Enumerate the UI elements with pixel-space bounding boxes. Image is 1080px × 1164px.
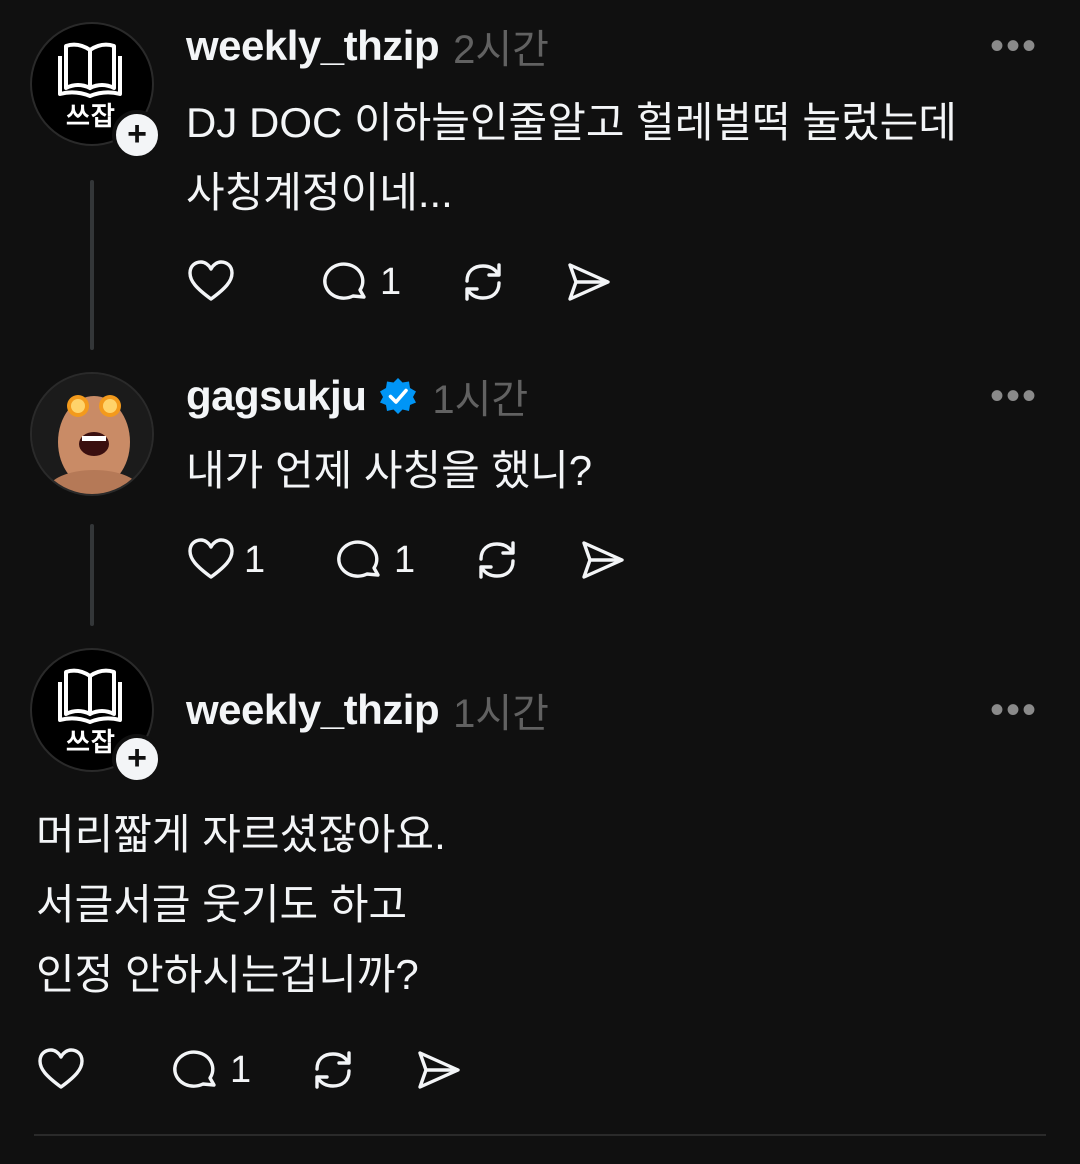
avatar[interactable] bbox=[30, 372, 154, 496]
follow-plus-button[interactable]: + bbox=[112, 110, 162, 160]
timestamp: 1시간 bbox=[453, 692, 549, 736]
more-options-button[interactable]: ••• bbox=[990, 376, 1038, 416]
repost-button[interactable] bbox=[458, 257, 508, 307]
repost-button[interactable] bbox=[472, 535, 522, 585]
reply-button[interactable]: 1 bbox=[322, 257, 402, 307]
heart-icon bbox=[38, 1048, 84, 1089]
comment-icon bbox=[173, 1050, 216, 1088]
share-button[interactable] bbox=[414, 1045, 464, 1095]
action-bar: 1 bbox=[186, 252, 670, 312]
share-icon bbox=[582, 541, 624, 579]
like-button[interactable] bbox=[186, 257, 266, 307]
post-header: weekly_thzip 2시간 bbox=[186, 18, 549, 74]
share-icon bbox=[568, 263, 610, 301]
more-options-button[interactable]: ••• bbox=[990, 690, 1038, 730]
action-bar: 1 1 bbox=[186, 530, 684, 590]
avatar-logo-text: 쓰잡 bbox=[66, 727, 116, 757]
heart-icon bbox=[188, 538, 234, 579]
divider bbox=[34, 1134, 1046, 1136]
reply-count: 1 bbox=[230, 1048, 252, 1091]
post-header: weekly_thzip 1시간 bbox=[186, 682, 549, 738]
repost-icon bbox=[479, 541, 515, 579]
share-icon bbox=[418, 1051, 460, 1089]
comment-icon bbox=[323, 262, 366, 300]
repost-icon bbox=[315, 1051, 351, 1089]
username[interactable]: weekly_thzip bbox=[186, 686, 440, 734]
timestamp: 2시간 bbox=[453, 28, 549, 72]
repost-icon bbox=[465, 263, 501, 301]
profile-photo bbox=[32, 374, 152, 494]
reply-button[interactable]: 1 bbox=[336, 535, 416, 585]
share-button[interactable] bbox=[578, 535, 628, 585]
username[interactable]: gagsukju bbox=[186, 372, 367, 420]
follow-plus-button[interactable]: + bbox=[112, 734, 162, 784]
reply-count: 1 bbox=[394, 538, 416, 581]
reply-button[interactable]: 1 bbox=[172, 1045, 252, 1095]
comment-icon bbox=[337, 540, 380, 578]
timestamp: 1시간 bbox=[432, 378, 529, 422]
post-text: DJ DOC 이하늘인줄알고 헐레벌떡 눌렀는데 사칭계정이네... bbox=[186, 99, 957, 216]
avatar-logo-text: 쓰잡 bbox=[66, 101, 116, 131]
post-header: gagsukju 1시간 bbox=[186, 368, 528, 424]
post-text: 내가 언제 사칭을 했니? bbox=[186, 447, 593, 494]
verified-icon bbox=[380, 378, 417, 414]
like-button[interactable] bbox=[36, 1045, 116, 1095]
username[interactable]: weekly_thzip bbox=[186, 22, 440, 70]
thread-line bbox=[90, 524, 94, 626]
more-options-button[interactable]: ••• bbox=[990, 26, 1038, 66]
reply-count: 1 bbox=[380, 260, 402, 303]
share-button[interactable] bbox=[564, 257, 614, 307]
like-button[interactable]: 1 bbox=[186, 535, 266, 585]
thread-line bbox=[90, 180, 94, 350]
post-text: 머리짧게 자르셨잖아요. 서글서글 웃기도 하고 인정 안하시는겁니까? bbox=[36, 811, 446, 998]
action-bar: 1 bbox=[36, 1040, 520, 1100]
repost-button[interactable] bbox=[308, 1045, 358, 1095]
like-count: 1 bbox=[244, 538, 266, 581]
heart-icon bbox=[188, 260, 234, 301]
